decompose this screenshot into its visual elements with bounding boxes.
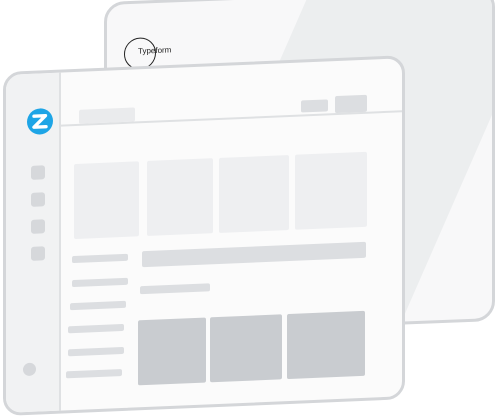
header-button-1[interactable] bbox=[301, 99, 328, 113]
list-item-2 bbox=[72, 277, 128, 288]
list-item-5 bbox=[68, 346, 124, 357]
sidebar-item-4[interactable] bbox=[31, 246, 45, 261]
typeform-logo-text: Typeform bbox=[138, 45, 172, 56]
sidebar-item-1[interactable] bbox=[31, 165, 45, 180]
card-1[interactable] bbox=[74, 161, 139, 240]
list-item-3 bbox=[70, 300, 126, 311]
content-block-3[interactable] bbox=[287, 310, 365, 380]
card-4[interactable] bbox=[295, 151, 367, 230]
sidebar-item-3[interactable] bbox=[31, 219, 45, 234]
content-block-1[interactable] bbox=[138, 317, 206, 386]
header-button-2[interactable] bbox=[335, 94, 367, 114]
content-title-bar bbox=[142, 241, 366, 268]
header bbox=[61, 58, 402, 127]
search-bar[interactable] bbox=[79, 107, 135, 124]
list-item-4 bbox=[68, 323, 124, 334]
card-2[interactable] bbox=[147, 158, 213, 236]
list-item-6 bbox=[66, 369, 122, 379]
content-block-2[interactable] bbox=[210, 314, 282, 383]
zendesk-logo-icon[interactable] bbox=[26, 107, 54, 136]
front-app-window bbox=[3, 55, 405, 416]
sidebar-item-2[interactable] bbox=[31, 192, 45, 207]
content-subtitle-bar bbox=[140, 283, 210, 295]
avatar[interactable] bbox=[23, 362, 36, 377]
card-3[interactable] bbox=[219, 155, 289, 233]
sidebar bbox=[6, 72, 61, 413]
list-item-1 bbox=[72, 253, 128, 264]
